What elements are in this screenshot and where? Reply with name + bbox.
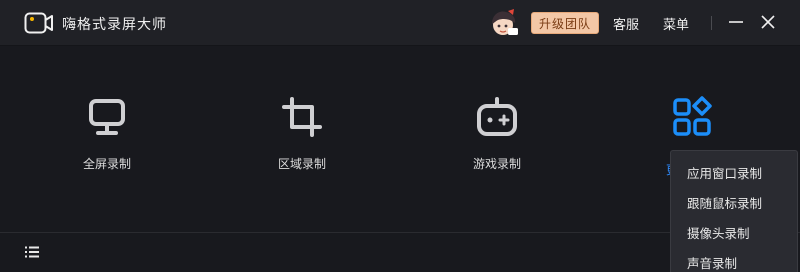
menu-item-app-window-record[interactable]: 应用窗口录制 bbox=[671, 159, 797, 189]
crop-icon bbox=[282, 97, 322, 137]
menu-item-audio-record[interactable]: 声音录制 bbox=[671, 249, 797, 272]
fullscreen-record-option[interactable]: 全屏录制 bbox=[47, 95, 167, 185]
menu-button[interactable]: 菜单 bbox=[663, 14, 689, 33]
fullscreen-record-label: 全屏录制 bbox=[82, 157, 131, 171]
more-modes-dropdown: 应用窗口录制 跟随鼠标录制 摄像头录制 声音录制 bbox=[670, 150, 798, 272]
monitor-icon bbox=[89, 99, 125, 135]
apps-grid-icon bbox=[673, 96, 712, 136]
title-bar: 嗨格式录屏大师 升级团队 客服 菜单 bbox=[0, 0, 800, 46]
upgrade-team-button[interactable]: 升级团队 bbox=[531, 12, 599, 34]
list-icon[interactable] bbox=[25, 246, 39, 258]
menu-item-follow-mouse-record[interactable]: 跟随鼠标录制 bbox=[671, 189, 797, 219]
region-record-option[interactable]: 区域录制 bbox=[242, 95, 362, 185]
menu-item-camera-record[interactable]: 摄像头录制 bbox=[671, 219, 797, 249]
video-camera-icon bbox=[24, 12, 53, 34]
game-record-label: 游戏录制 bbox=[472, 157, 521, 171]
minimize-icon[interactable] bbox=[728, 14, 744, 30]
gamepad-icon bbox=[477, 97, 517, 136]
user-avatar-icon[interactable] bbox=[488, 8, 520, 38]
app-title: 嗨格式录屏大师 bbox=[62, 17, 167, 33]
close-icon[interactable] bbox=[760, 14, 776, 30]
region-record-label: 区域录制 bbox=[277, 157, 326, 171]
game-record-option[interactable]: 游戏录制 bbox=[437, 95, 557, 185]
title-divider bbox=[711, 16, 712, 30]
customer-service-button[interactable]: 客服 bbox=[613, 14, 639, 33]
